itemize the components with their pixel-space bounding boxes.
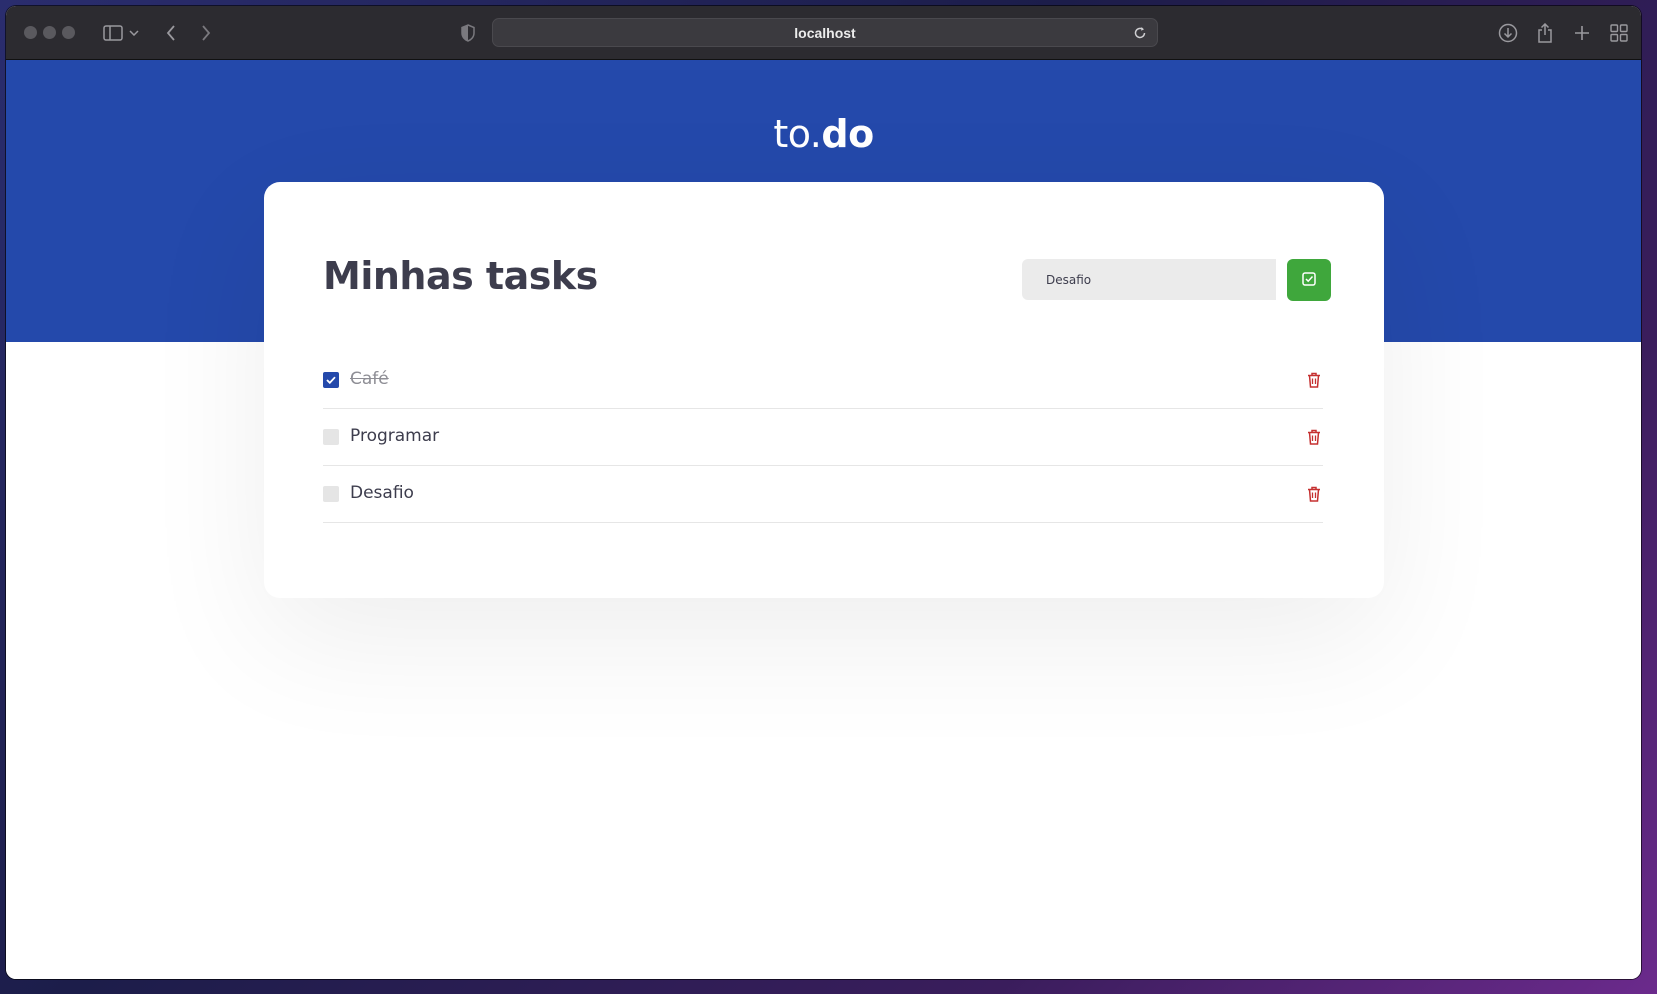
browser-window: localhost to.do Minhas tasks Desafio Caf…	[6, 6, 1641, 979]
check-square-icon	[1302, 271, 1316, 289]
url-text: localhost	[794, 25, 856, 41]
task-row: Desafio	[323, 466, 1323, 523]
task-label: Desafio	[350, 483, 414, 503]
logo-suffix: do	[821, 112, 874, 156]
checkmark-icon	[326, 376, 336, 384]
chevron-down-icon[interactable]	[126, 20, 142, 46]
new-tab-icon[interactable]	[1569, 20, 1595, 46]
task-checkbox[interactable]	[323, 429, 339, 445]
share-icon[interactable]	[1532, 20, 1558, 46]
page-title: Minhas tasks	[323, 254, 598, 298]
forward-icon[interactable]	[193, 20, 219, 46]
browser-toolbar: localhost	[6, 6, 1641, 60]
trash-icon[interactable]	[1305, 428, 1323, 446]
task-label: Café	[350, 369, 389, 389]
task-checkbox[interactable]	[323, 486, 339, 502]
download-icon[interactable]	[1495, 20, 1521, 46]
shield-icon[interactable]	[455, 20, 481, 46]
reload-icon[interactable]	[1133, 25, 1149, 41]
tasks-card: Minhas tasks Café	[264, 182, 1384, 598]
page-content: to.do Minhas tasks Café	[6, 60, 1641, 979]
app-logo: to.do	[6, 112, 1641, 156]
trash-icon[interactable]	[1305, 485, 1323, 503]
tab-overview-icon[interactable]	[1606, 20, 1632, 46]
logo-prefix: to.	[773, 112, 822, 156]
add-task-button[interactable]	[1287, 259, 1331, 301]
address-bar[interactable]: localhost	[492, 18, 1158, 47]
new-task-input[interactable]	[1022, 259, 1276, 300]
zoom-window-button[interactable]	[62, 26, 75, 39]
sidebar-icon[interactable]	[100, 20, 126, 46]
task-checkbox[interactable]	[323, 372, 339, 388]
task-row: Café	[323, 352, 1323, 409]
minimize-window-button[interactable]	[43, 26, 56, 39]
trash-icon[interactable]	[1305, 371, 1323, 389]
task-label: Programar	[350, 426, 440, 446]
back-icon[interactable]	[158, 20, 184, 46]
task-row: Programar	[323, 409, 1323, 466]
close-window-button[interactable]	[24, 26, 37, 39]
task-list: Café Programar Desafio	[323, 352, 1323, 523]
